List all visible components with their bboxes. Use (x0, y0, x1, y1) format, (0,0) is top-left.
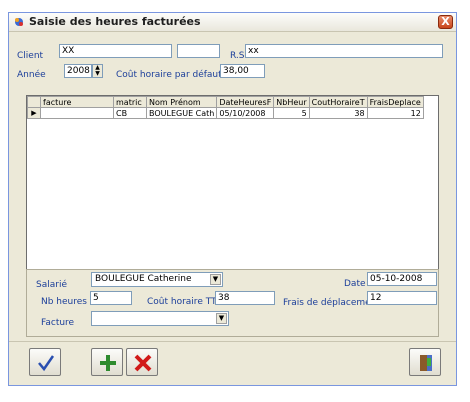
plus-icon (100, 355, 116, 371)
client-code-field[interactable]: XX (59, 44, 172, 58)
col-cout[interactable]: CoutHoraireT (308, 96, 368, 108)
facture-select[interactable]: ▼ (91, 311, 229, 326)
annee-field[interactable]: 2008 (64, 64, 92, 78)
col-nom[interactable]: Nom Prénom (145, 96, 218, 108)
salarie-label: Salarié (36, 280, 67, 290)
grid-header-row: facture matric Nom Prénom DateHeuresF Nb… (27, 96, 424, 108)
col-frais[interactable]: FraisDeplace (366, 96, 424, 108)
cell-cout[interactable]: 38 (308, 107, 368, 119)
annee-spinner[interactable]: ▲ ▼ (92, 64, 103, 78)
frais-field[interactable]: 12 (367, 291, 437, 305)
col-date[interactable]: DateHeuresF (216, 96, 275, 108)
exit-button[interactable] (409, 348, 441, 376)
frais-label: Frais de déplacement (283, 298, 380, 308)
client-extra-field[interactable] (177, 44, 220, 58)
annee-label: Année (17, 70, 46, 80)
cell-matric[interactable]: CB (113, 107, 147, 119)
rs-field[interactable]: xx (245, 44, 443, 58)
client-label: Client (17, 51, 44, 61)
salarie-value: BOULEGUE Catherine (95, 274, 192, 284)
app-icon (15, 18, 23, 26)
grid-table: facture matric Nom Prénom DateHeuresF Nb… (27, 96, 424, 119)
cout-ttc-field[interactable]: 38 (215, 291, 275, 305)
cout-default-label: Coût horaire par défaut (116, 70, 222, 80)
cell-nbheur[interactable]: 5 (273, 107, 310, 119)
table-row[interactable]: ▶ CB BOULEGUE Cath 05/10/2008 5 38 12 (27, 107, 424, 119)
date-label: Date (344, 279, 366, 289)
delete-button[interactable] (126, 348, 158, 376)
nb-heures-label: Nb heures (41, 297, 87, 307)
col-matric[interactable]: matric (113, 96, 147, 108)
date-field[interactable]: 05-10-2008 (367, 272, 437, 286)
cross-icon (134, 354, 152, 372)
col-nbheur[interactable]: NbHeur (273, 96, 310, 108)
salarie-select[interactable]: BOULEGUE Catherine ▼ (91, 272, 223, 287)
add-button[interactable] (91, 348, 123, 376)
row-indicator: ▶ (27, 107, 41, 119)
cell-date[interactable]: 05/10/2008 (216, 107, 275, 119)
grid-corner (27, 96, 41, 108)
title-bar[interactable]: Saisie des heures facturées X (9, 13, 456, 32)
cell-nom[interactable]: BOULEGUE Cath (145, 107, 218, 119)
cell-facture[interactable] (40, 107, 114, 119)
window-title: Saisie des heures facturées (29, 15, 201, 28)
dialog-window: Saisie des heures facturées X Client XX … (8, 12, 457, 386)
validate-button[interactable] (29, 348, 61, 376)
hours-grid[interactable]: facture matric Nom Prénom DateHeuresF Nb… (26, 95, 439, 270)
close-button[interactable]: X (438, 15, 453, 29)
divider (9, 341, 456, 342)
cout-default-field[interactable]: 38,00 (220, 64, 265, 78)
chevron-down-icon[interactable]: ▼ (216, 313, 227, 324)
nb-heures-field[interactable]: 5 (90, 291, 132, 305)
col-facture[interactable]: facture (40, 96, 114, 108)
facture-label: Facture (41, 318, 75, 328)
cout-ttc-label: Coût horaire TTC (147, 297, 223, 307)
chevron-down-icon[interactable]: ▼ (210, 274, 221, 285)
cell-frais[interactable]: 12 (366, 107, 424, 119)
door-icon (420, 355, 432, 371)
checkmark-icon (38, 355, 55, 372)
